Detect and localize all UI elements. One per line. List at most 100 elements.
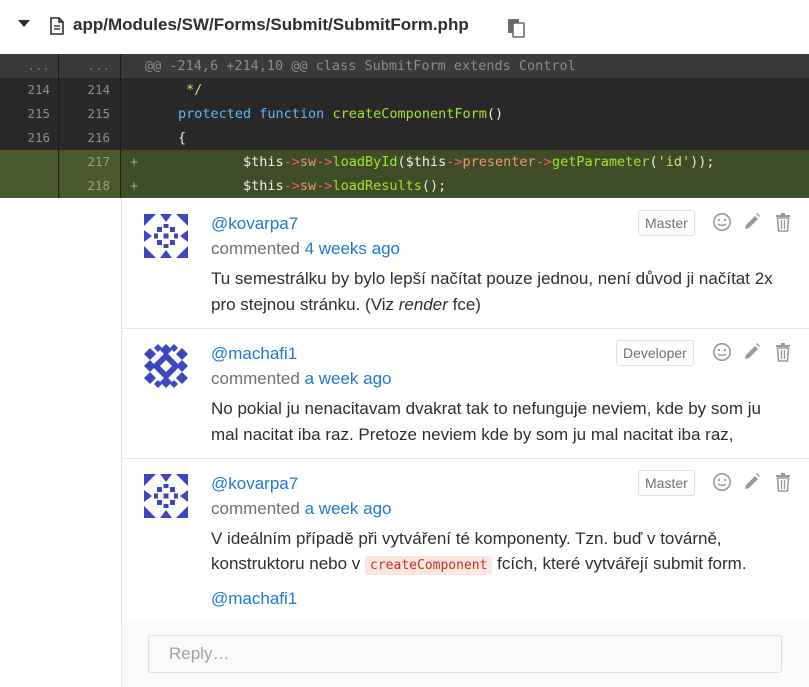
comment-emphasis: render (398, 295, 448, 314)
comment-note: @machafi1 commented a week ago Developer… (122, 328, 809, 459)
trash-icon[interactable] (773, 342, 793, 362)
comment-body-line: konstruktoru nebo v createComponent fcíc… (211, 554, 747, 575)
comment-text: fcích, které vytvářejí submit form. (492, 554, 747, 573)
smiley-icon[interactable] (712, 212, 732, 232)
added-sign: + (130, 178, 139, 194)
user-mention[interactable]: @machafi1 (211, 589, 297, 609)
smiley-icon[interactable] (712, 342, 732, 362)
commented-label: commented (211, 369, 300, 388)
old-line-number[interactable]: 215 (0, 102, 59, 126)
comment-body-line: V ideálním případě při vytváření té komp… (211, 529, 722, 548)
comment-meta: commented a week ago (211, 499, 392, 519)
code-token: )); (690, 154, 715, 170)
comment-text: fce) (447, 295, 481, 314)
comment-meta: commented a week ago (211, 369, 392, 389)
old-line-number[interactable]: 216 (0, 126, 59, 150)
comment-text: konstruktoru nebo v (211, 554, 366, 573)
comment-actions (712, 472, 794, 494)
reply-area (122, 621, 809, 687)
code-token: sw (299, 178, 317, 194)
old-line-number[interactable]: ... (0, 54, 59, 78)
file-path[interactable]: app/Modules/SW/Forms/Submit/SubmitForm.p… (73, 15, 469, 35)
comment-note: @kovarpa7 commented 4 weeks ago Master T… (122, 198, 809, 329)
code-token: */ (186, 82, 203, 98)
diff-line: 216 216 { (0, 126, 809, 150)
code-text: */ (186, 78, 202, 102)
code-token: -> (283, 178, 300, 194)
pencil-icon[interactable] (742, 472, 762, 492)
diff-line-added: 217 + $this->sw->loadById($this->present… (0, 150, 809, 174)
code-token: $this (243, 178, 284, 194)
file-icon (50, 17, 64, 35)
code-text: $this->sw->loadResults(); (243, 174, 446, 198)
comment-actions (712, 212, 794, 234)
pencil-icon[interactable] (742, 212, 762, 232)
comment-author[interactable]: @machafi1 (211, 344, 297, 364)
inline-code: createComponent (365, 556, 493, 575)
commented-label: commented (211, 499, 300, 518)
added-sign: + (130, 154, 139, 170)
code-token: -> (535, 154, 552, 170)
new-line-number[interactable]: 216 (60, 126, 121, 150)
diff-line-added: 218 + $this->sw->loadResults(); (0, 174, 809, 198)
reply-input[interactable] (148, 635, 782, 673)
new-line-number[interactable]: 217 (60, 150, 121, 174)
comment-body-line: pro stejnou stránku. (Viz render fce) (211, 295, 481, 315)
code-token: loadResults (332, 178, 422, 194)
old-line-number[interactable] (0, 174, 59, 198)
comment-actions (712, 342, 794, 364)
comment-author[interactable]: @kovarpa7 (211, 474, 298, 494)
comment-text: pro stejnou stránku. (Viz (211, 295, 399, 314)
old-line-number[interactable]: 214 (0, 78, 59, 102)
comment-note: @kovarpa7 commented a week ago Master V … (122, 458, 809, 622)
comment-body-line: Tu semestrálku by bylo lepší načítat pou… (211, 269, 773, 288)
new-line-number[interactable]: ... (60, 54, 121, 78)
code-token: getParameter (551, 154, 650, 170)
comment-body-line: mal nacitat iba raz. Pretoze neviem kde … (211, 425, 734, 444)
code-token: () (486, 106, 504, 122)
avatar[interactable] (142, 472, 190, 520)
new-line-number[interactable]: 218 (60, 174, 121, 198)
pencil-icon[interactable] (742, 342, 762, 362)
code-token: -> (316, 154, 333, 170)
diff-hunk-header: ... ... @@ -214,6 +214,10 @@ class Submi… (0, 54, 809, 78)
code-text: { (178, 126, 186, 150)
code-token: -> (446, 154, 463, 170)
comment-body-line: No pokial ju nenacitavam dvakrat tak to … (211, 399, 761, 418)
trash-icon[interactable] (773, 212, 793, 232)
code-token: createComponentForm (332, 106, 487, 122)
code-token: loadById (332, 154, 398, 170)
code-token: 'id' (657, 154, 691, 170)
code-token: sw (299, 154, 317, 170)
commented-label: commented (211, 239, 300, 258)
code-token: -> (316, 178, 333, 194)
role-badge: Developer (616, 340, 694, 366)
code-text: protected function createComponentForm() (178, 102, 503, 126)
old-line-number[interactable] (0, 150, 59, 174)
comment-meta: commented 4 weeks ago (211, 239, 400, 259)
copy-icon[interactable] (505, 17, 527, 39)
comment-time[interactable]: 4 weeks ago (305, 239, 400, 258)
new-line-number[interactable]: 215 (60, 102, 121, 126)
comment-time[interactable]: a week ago (305, 499, 392, 518)
new-line-number[interactable]: 214 (60, 78, 121, 102)
chevron-down-icon[interactable] (18, 20, 30, 27)
code-token: $this (405, 154, 447, 170)
diff-code-block: ... ... @@ -214,6 +214,10 @@ class Submi… (0, 54, 809, 198)
file-header: app/Modules/SW/Forms/Submit/SubmitForm.p… (0, 0, 809, 54)
discussion-thread: @kovarpa7 commented 4 weeks ago Master T… (121, 198, 809, 687)
hunk-header-text: @@ -214,6 +214,10 @@ class SubmitForm ex… (145, 58, 576, 74)
comment-author[interactable]: @kovarpa7 (211, 214, 298, 234)
comment-time[interactable]: a week ago (305, 369, 392, 388)
diff-line: 215 215 protected function createCompone… (0, 102, 809, 126)
avatar[interactable] (142, 212, 190, 260)
trash-icon[interactable] (773, 472, 793, 492)
code-token: ( (649, 154, 658, 170)
code-token: protected function (178, 106, 325, 122)
avatar[interactable] (142, 342, 190, 390)
code-token: $this (243, 154, 284, 170)
smiley-icon[interactable] (712, 472, 732, 492)
code-text: $this->sw->loadById($this->presenter->ge… (243, 150, 715, 174)
code-token: (); (421, 178, 447, 194)
role-badge: Master (638, 470, 695, 496)
